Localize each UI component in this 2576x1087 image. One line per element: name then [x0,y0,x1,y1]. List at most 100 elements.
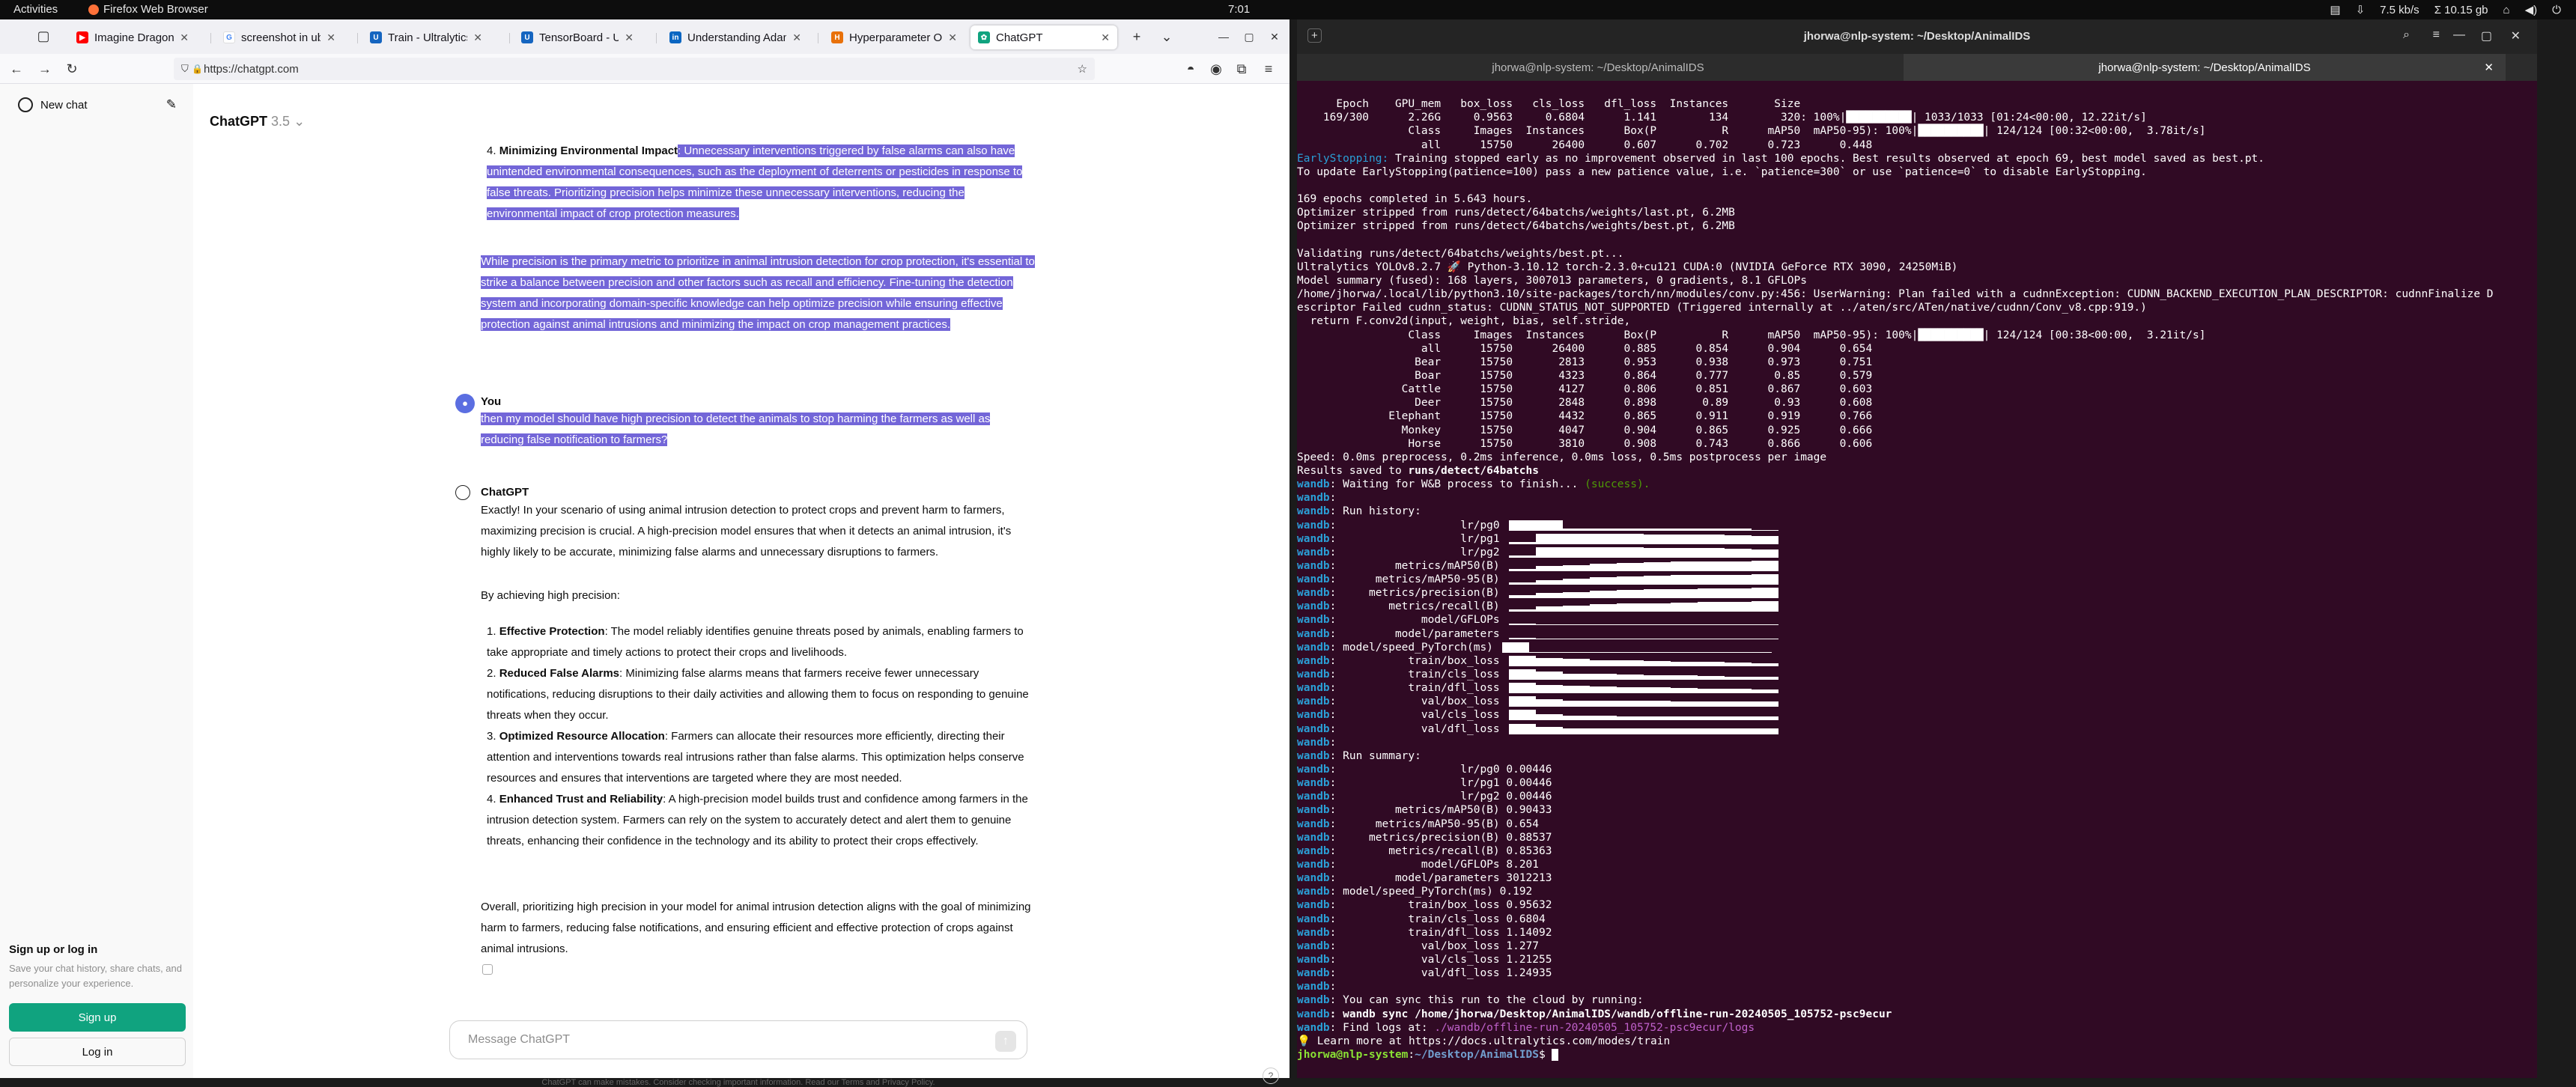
tab-title: Train - Ultralytics YOL [388,31,468,44]
reload-icon[interactable]: ↻ [63,60,81,78]
sparkline-bar [1724,716,1731,721]
sparkline-bar [1744,602,1752,612]
copy-icon[interactable] [482,964,493,975]
maximize-icon[interactable]: ▢ [1240,28,1258,46]
sparkline-bar [1650,651,1657,653]
clipboard-icon[interactable]: ▤ [2330,3,2340,16]
close-icon[interactable]: ✕ [948,31,957,44]
tab-2[interactable]: U Train - Ultralytics YOL ✕ [362,25,490,49]
forward-icon[interactable]: → [36,60,54,78]
power-icon[interactable]: ⏻ [2552,4,2561,16]
sparkline-bar [1623,728,1630,734]
close-icon[interactable]: ✕ [473,31,482,44]
firefox-view-icon[interactable]: ▢ [34,27,52,45]
tab-6[interactable]: ✿ ChatGPT ✕ [970,25,1117,49]
sparkline [1508,683,1778,694]
sparkline-bar [1663,687,1671,694]
chat-thread: 4. Minimizing Environmental Impact: Unne… [449,84,1035,1012]
terminal-output[interactable]: Epoch GPU_mem box_loss cls_loss dfl_loss… [1297,84,2525,1072]
pocket-icon[interactable]: ◓ [1182,60,1200,78]
menu-icon[interactable]: ≡ [1260,60,1278,78]
terminal-line: wandb: model/speed_PyTorch(ms) 0.192 [1297,886,1533,898]
search-icon[interactable]: ⌕ [2403,28,2410,42]
app-menu[interactable]: Firefox Web Browser [88,3,208,16]
terminal-line: Epoch GPU_mem box_loss cls_loss dfl_loss… [1297,98,1801,111]
activities-button[interactable]: Activities [13,3,58,16]
sparkline-bar [1528,710,1536,721]
sparkline-bar [1596,686,1603,694]
account-icon[interactable]: ◉ [1207,60,1225,78]
sparkline-bar [1764,529,1772,531]
model-selector[interactable]: ChatGPT 3.5 ⌄ [210,114,305,130]
sparkline-bar [1677,528,1684,531]
sparkline-bar [1549,685,1556,694]
shield-icon[interactable]: ⛉ [181,63,189,75]
url-bar[interactable]: ⛉ 🔒 https://chatgpt.com ☆ [174,58,1095,80]
updates-icon[interactable]: ⇩ [2356,3,2366,16]
tab-0[interactable]: ▶ Imagine Dragons - Be ✕ [69,25,196,49]
sparkline-bar [1528,582,1536,585]
sparkline-bar [1535,546,1543,558]
sparkline-bar [1522,568,1529,571]
sparkline-bar [1690,716,1698,721]
edit-icon[interactable]: ✎ [166,97,177,112]
sparkline-bar [1569,624,1576,626]
sparkline-bar [1731,701,1738,707]
minimize-icon[interactable]: — [2453,28,2465,42]
terminal-tab-2[interactable]: jhorwa@nlp-system: ~/Desktop/AnimalIDS ✕ [1904,54,2506,81]
tab-3[interactable]: U TensorBoard - Ultraly ✕ [514,25,641,49]
sparkline-bar [1771,535,1778,544]
sparkline-bar [1764,677,1772,680]
close-icon[interactable]: ✕ [2484,61,2494,74]
extensions-icon[interactable]: ⧉ [1233,60,1251,78]
login-button[interactable]: Log in [9,1038,186,1066]
tab-list-icon[interactable]: ⌄ [1158,28,1176,46]
sparkline-bar [1677,728,1684,734]
send-icon[interactable]: ↑ [995,1031,1016,1052]
close-icon[interactable]: ✕ [180,31,189,44]
sparkline-bar [1616,624,1623,626]
bookmark-star-icon[interactable]: ☆ [1078,62,1087,76]
volume-icon[interactable]: ◀) [2525,3,2538,16]
sparkline-bar [1582,564,1590,571]
sparkline-bar [1690,701,1698,707]
sparkline-bar [1555,651,1563,653]
sparkline-bar [1697,534,1704,544]
sparkline-bar [1549,699,1556,707]
minimize-icon[interactable]: — [1215,28,1233,46]
clock[interactable]: 7:01 [1228,3,1250,16]
tab-5[interactable]: H Hyperparameter Opt ✕ [824,25,965,49]
help-icon[interactable]: ? [1263,1068,1279,1084]
sparkline-bar [1636,528,1644,531]
sparkline-bar [1758,574,1765,585]
sparkline-bar [1710,528,1718,531]
model-version: 3.5 [271,114,291,129]
lock-icon[interactable]: 🔒 [192,64,203,74]
signup-button[interactable]: Sign up [9,1003,186,1032]
back-icon[interactable]: ← [7,60,25,78]
close-window-icon[interactable]: ✕ [1266,28,1284,46]
tab-1[interactable]: G screenshot in ubuntu ✕ [216,25,343,49]
sparkline-bar [1603,624,1610,626]
sparkline-bar [1528,624,1536,626]
new-chat-button[interactable]: New chat ✎ [7,90,184,120]
close-icon[interactable]: ✕ [326,31,335,44]
new-tab-icon[interactable]: + [1128,28,1146,46]
sparkline-bar [1522,520,1529,531]
close-icon[interactable]: ✕ [625,31,634,44]
message-input[interactable]: Message ChatGPT ↑ [449,1020,1027,1059]
network-icon[interactable]: ⌂ [2503,4,2510,16]
sparkline [1508,723,1778,734]
sparkline-bar [1522,696,1529,707]
sparkline-bar [1562,728,1570,734]
hamburger-menu-icon[interactable]: ≡ [2433,28,2440,42]
terminal-tab-1[interactable]: jhorwa@nlp-system: ~/Desktop/AnimalIDS [1297,54,1899,81]
tab-4[interactable]: in Understanding Adam ✕ [662,25,809,49]
close-window-icon[interactable]: ✕ [2511,28,2521,43]
close-icon[interactable]: ✕ [1101,31,1110,44]
sparkline-bar [1656,547,1664,558]
close-icon[interactable]: ✕ [792,31,801,44]
sparkline-bar [1555,726,1563,734]
user-avatar: ● [455,394,475,413]
maximize-icon[interactable]: ▢ [2481,28,2492,43]
